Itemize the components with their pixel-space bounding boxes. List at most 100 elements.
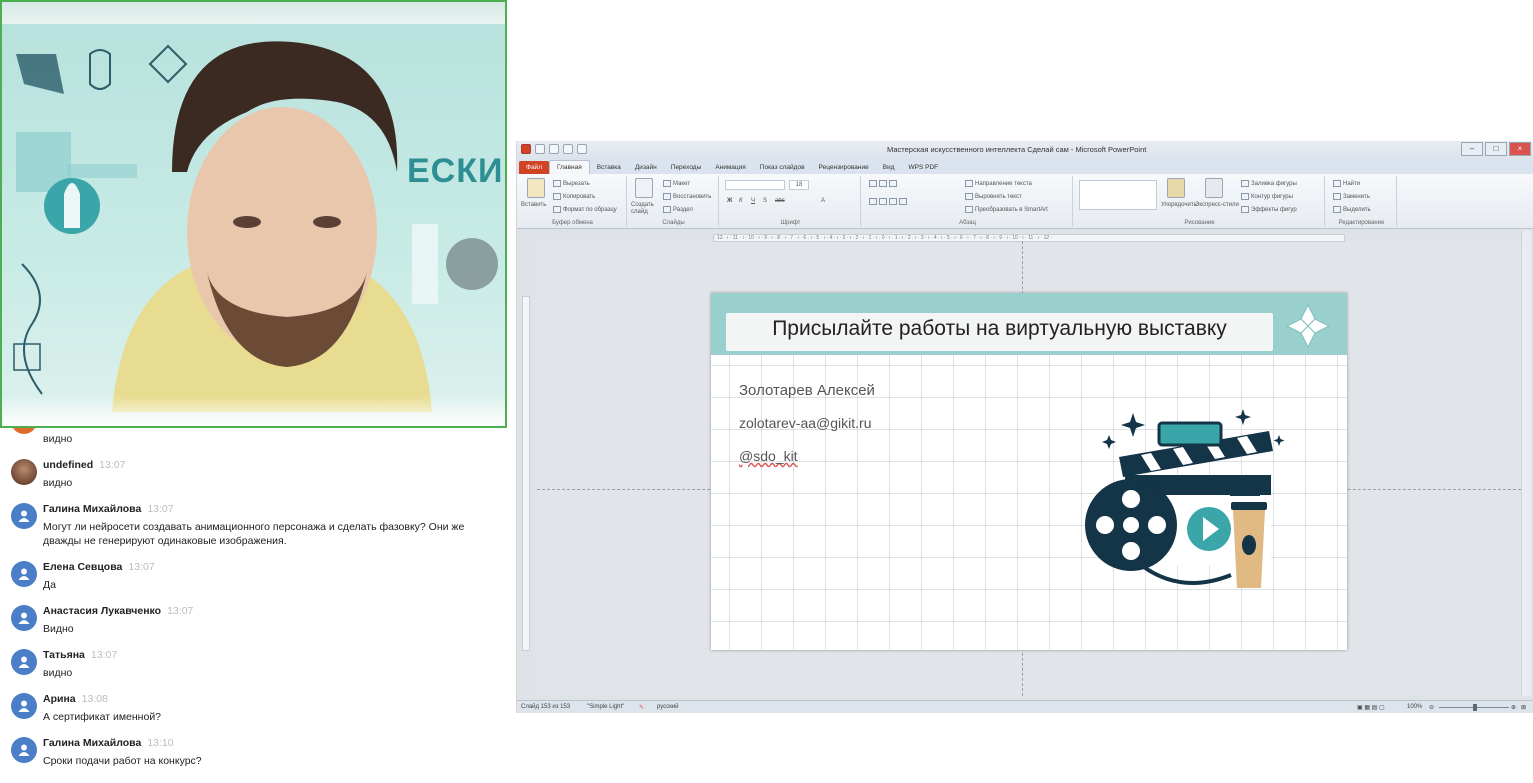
redo-icon[interactable] [563, 144, 573, 154]
layout-button[interactable]: Макет [663, 180, 690, 187]
language-indicator[interactable]: русский [657, 704, 679, 710]
chat-panel[interactable]: видно undefined 13:07 видно Галина Михайл… [0, 428, 515, 783]
vertical-scrollbar[interactable] [1521, 231, 1531, 696]
close-button[interactable]: × [1509, 142, 1531, 156]
reset-label: Восстановить [673, 194, 712, 201]
align-buttons[interactable] [869, 198, 909, 205]
slides-group: Создать слайд Макет Восстановить Раздел … [629, 176, 719, 227]
tab-file[interactable]: Файл [519, 161, 549, 174]
zoom-slider-knob[interactable] [1473, 704, 1477, 711]
author-name-text: Галина Михайлова [43, 503, 142, 515]
tab-wps-pdf[interactable]: WPS PDF [902, 161, 946, 174]
select-button[interactable]: Выделить [1333, 206, 1371, 213]
group-label: Слайды [662, 220, 685, 226]
format-painter-button[interactable]: Формат по образцу [553, 206, 617, 213]
tab-home[interactable]: Главная [548, 160, 590, 174]
tab-transitions[interactable]: Переходы [664, 161, 709, 174]
shape-effects-button[interactable]: Эффекты фигур [1241, 206, 1297, 213]
arrange-button[interactable]: Упорядочить [1161, 202, 1197, 208]
user-icon [18, 656, 30, 668]
speaker-person [112, 41, 432, 412]
quick-styles-button[interactable]: Экспресс-стили [1195, 202, 1239, 208]
font-size-select[interactable]: 18 [789, 180, 809, 190]
font-name-select[interactable] [725, 180, 785, 190]
author-handle[interactable]: @sdo_kit [739, 448, 798, 464]
user-icon [18, 510, 30, 522]
zoom-slider[interactable] [1439, 704, 1509, 711]
message-time: 13:08 [81, 693, 108, 705]
new-slide-button[interactable]: Создать слайд [631, 202, 659, 216]
avatar [11, 605, 37, 631]
undo-icon[interactable] [549, 144, 559, 154]
author-name[interactable]: Золотарев Алексей [739, 382, 875, 399]
screen: ЕСКИЕ видно undefined 13:07 видно [0, 0, 1533, 783]
font-color-button[interactable]: A [821, 198, 825, 204]
tab-slideshow[interactable]: Показ слайдов [753, 161, 812, 174]
avatar [11, 649, 37, 675]
zoom-in-icon[interactable]: ⊕ [1511, 704, 1516, 711]
shadow-button[interactable]: S [763, 198, 767, 204]
align-text-icon [965, 193, 973, 200]
font-group: 18 Ж К Ч S abc A Шрифт [721, 176, 861, 227]
align-text-button[interactable]: Выровнять текст [965, 193, 1022, 200]
customize-icon[interactable] [577, 144, 587, 154]
find-button[interactable]: Найти [1333, 180, 1360, 187]
minimize-button[interactable]: – [1461, 142, 1483, 156]
author-name: Галина Михайлова 13:07 [43, 503, 174, 515]
italic-button[interactable]: К [739, 198, 743, 204]
spellcheck-icon[interactable]: ✎ [639, 704, 644, 711]
zoom-out-icon[interactable]: ⊖ [1429, 704, 1434, 711]
vertical-ruler[interactable] [522, 296, 530, 651]
slide-title[interactable]: Присылайте работы на виртуальную выставк… [726, 317, 1273, 341]
tab-review[interactable]: Рецензирование [812, 161, 876, 174]
layout-label: Макет [673, 181, 690, 188]
cinema-illustration[interactable] [1081, 405, 1286, 600]
align-right-icon [889, 198, 897, 205]
author-name-text: Галина Михайлова [43, 737, 142, 749]
smartart-button[interactable]: Преобразовать в SmartArt [965, 206, 1048, 213]
tab-view[interactable]: Вид [876, 161, 902, 174]
fit-to-window-icon[interactable]: ⊠ [1521, 704, 1526, 711]
tab-design[interactable]: Дизайн [628, 161, 664, 174]
shape-fill-button[interactable]: Заливка фигуры [1241, 180, 1297, 187]
new-slide-icon[interactable] [635, 178, 653, 198]
tab-insert[interactable]: Вставка [590, 161, 628, 174]
bullets-button[interactable] [869, 180, 899, 187]
bold-button[interactable]: Ж [727, 198, 732, 204]
video-bottom-fade [2, 396, 505, 426]
save-icon[interactable] [535, 144, 545, 154]
author-email[interactable]: zolotarev-aa@gikit.ru [739, 415, 872, 431]
slide[interactable]: Присылайте работы на виртуальную выставк… [711, 293, 1347, 650]
replace-button[interactable]: Заменить [1333, 193, 1370, 200]
paste-button[interactable]: Вставить [521, 202, 546, 208]
reset-button[interactable]: Восстановить [663, 193, 711, 200]
quick-styles-icon[interactable] [1205, 178, 1223, 198]
avatar [11, 503, 37, 529]
message-text: видно [43, 477, 73, 489]
quick-access-toolbar [521, 144, 587, 154]
text-direction-button[interactable]: Направление текста [965, 180, 1032, 187]
speaker-video[interactable]: ЕСКИЕ [0, 0, 507, 428]
underline-button[interactable]: Ч [751, 198, 755, 204]
message-time: 13:07 [147, 503, 174, 515]
powerpoint-logo-icon [521, 144, 531, 154]
paste-icon[interactable] [527, 178, 545, 198]
tab-animations[interactable]: Анимация [708, 161, 753, 174]
avatar [11, 737, 37, 763]
zoom-level[interactable]: 100% [1407, 704, 1422, 710]
maximize-button[interactable]: □ [1485, 142, 1507, 156]
shape-outline-button[interactable]: Контур фигуры [1241, 193, 1293, 200]
replace-label: Заменить [1343, 194, 1370, 201]
author-name-text: undefined [43, 459, 94, 471]
group-label: Рисование [1184, 220, 1215, 226]
author-name: Арина 13:08 [43, 693, 108, 705]
message-text: А сертификат именной? [43, 711, 162, 723]
section-button[interactable]: Раздел [663, 206, 693, 213]
view-buttons[interactable]: ▣ ▦ ▤ ▢ [1357, 704, 1385, 711]
copy-button[interactable]: Копировать [553, 193, 595, 200]
cut-button[interactable]: Вырезать [553, 180, 590, 187]
arrange-icon[interactable] [1167, 178, 1185, 198]
horizontal-ruler[interactable]: · 12 · ı · 11 · ı · 10 · ı · 9 · ı · 8 ·… [713, 234, 1345, 242]
shapes-gallery[interactable] [1079, 180, 1157, 210]
strike-button[interactable]: abc [775, 198, 785, 204]
